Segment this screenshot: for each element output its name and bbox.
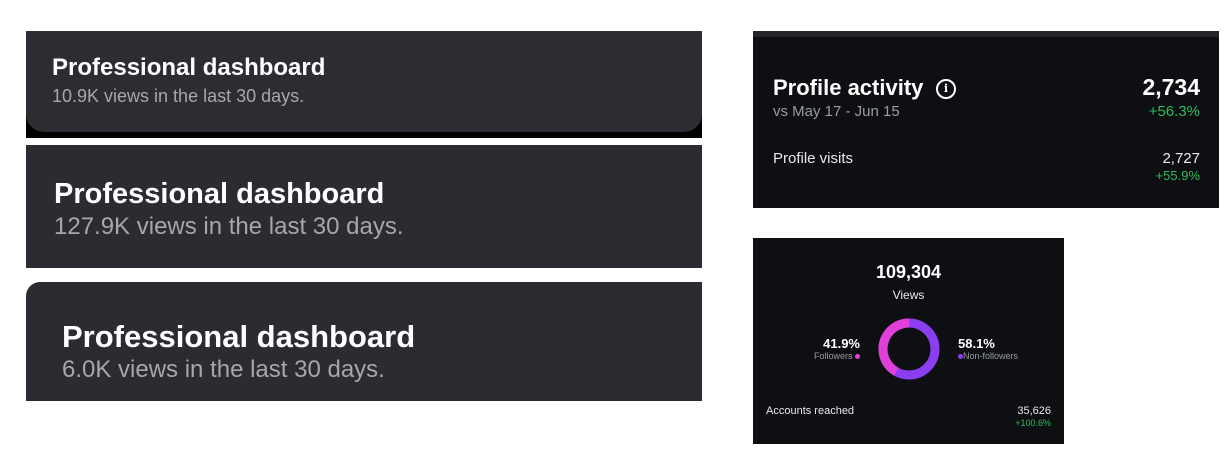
profile-visits-label: Profile visits xyxy=(773,150,854,167)
professional-dashboard-card-2[interactable]: Professional dashboard 127.9K views in t… xyxy=(26,145,702,268)
profile-visits-value: 2,727 xyxy=(1162,150,1200,167)
followers-percent: 41.9% xyxy=(823,336,860,351)
accounts-reached-change: +100.6% xyxy=(1015,418,1051,428)
followers-dot xyxy=(855,354,860,360)
card-title: Professional dashboard xyxy=(52,54,326,81)
card-top-divider xyxy=(753,31,1219,37)
accounts-reached-value: 35,626 xyxy=(1017,405,1051,417)
non-followers-legend: Non-followers xyxy=(958,351,1018,361)
date-range: vs May 17 - Jun 15 xyxy=(773,103,900,120)
professional-dashboard-card-3[interactable]: Professional dashboard 6.0K views in the… xyxy=(26,282,702,401)
non-followers-label: Non-followers xyxy=(963,351,1019,361)
followers-legend: Followers xyxy=(814,351,860,361)
card-subtitle: 127.9K views in the last 30 days. xyxy=(54,213,404,240)
card-subtitle: 10.9K views in the last 30 days. xyxy=(52,86,305,106)
profile-activity-title: Profile activity xyxy=(773,75,924,100)
views-label: Views xyxy=(892,288,925,302)
views-card: 109,304 Views 41.9% Followers 58.1% Non-… xyxy=(753,238,1064,444)
professional-dashboard-card-1[interactable]: Professional dashboard 10.9K views in th… xyxy=(26,31,702,138)
profile-activity-total: 2,734 xyxy=(1142,74,1200,100)
info-circle-icon[interactable]: i xyxy=(936,79,956,99)
accounts-reached-label: Accounts reached xyxy=(766,405,855,417)
views-total: 109,304 xyxy=(875,262,942,282)
non-followers-percent: 58.1% xyxy=(958,336,995,351)
card-title: Professional dashboard xyxy=(62,319,416,354)
card-subtitle: 6.0K views in the last 30 days. xyxy=(62,356,385,383)
card-title: Professional dashboard xyxy=(54,178,385,210)
profile-activity-card: Profile activity i vs May 17 - Jun 15 2,… xyxy=(753,31,1219,208)
card-surface: Professional dashboard 10.9K views in th… xyxy=(26,31,702,132)
views-donut-chart xyxy=(878,318,940,380)
profile-visits-change: +55.9% xyxy=(1155,168,1200,183)
followers-label: Followers xyxy=(813,351,853,361)
profile-activity-change: +56.3% xyxy=(1148,103,1200,120)
